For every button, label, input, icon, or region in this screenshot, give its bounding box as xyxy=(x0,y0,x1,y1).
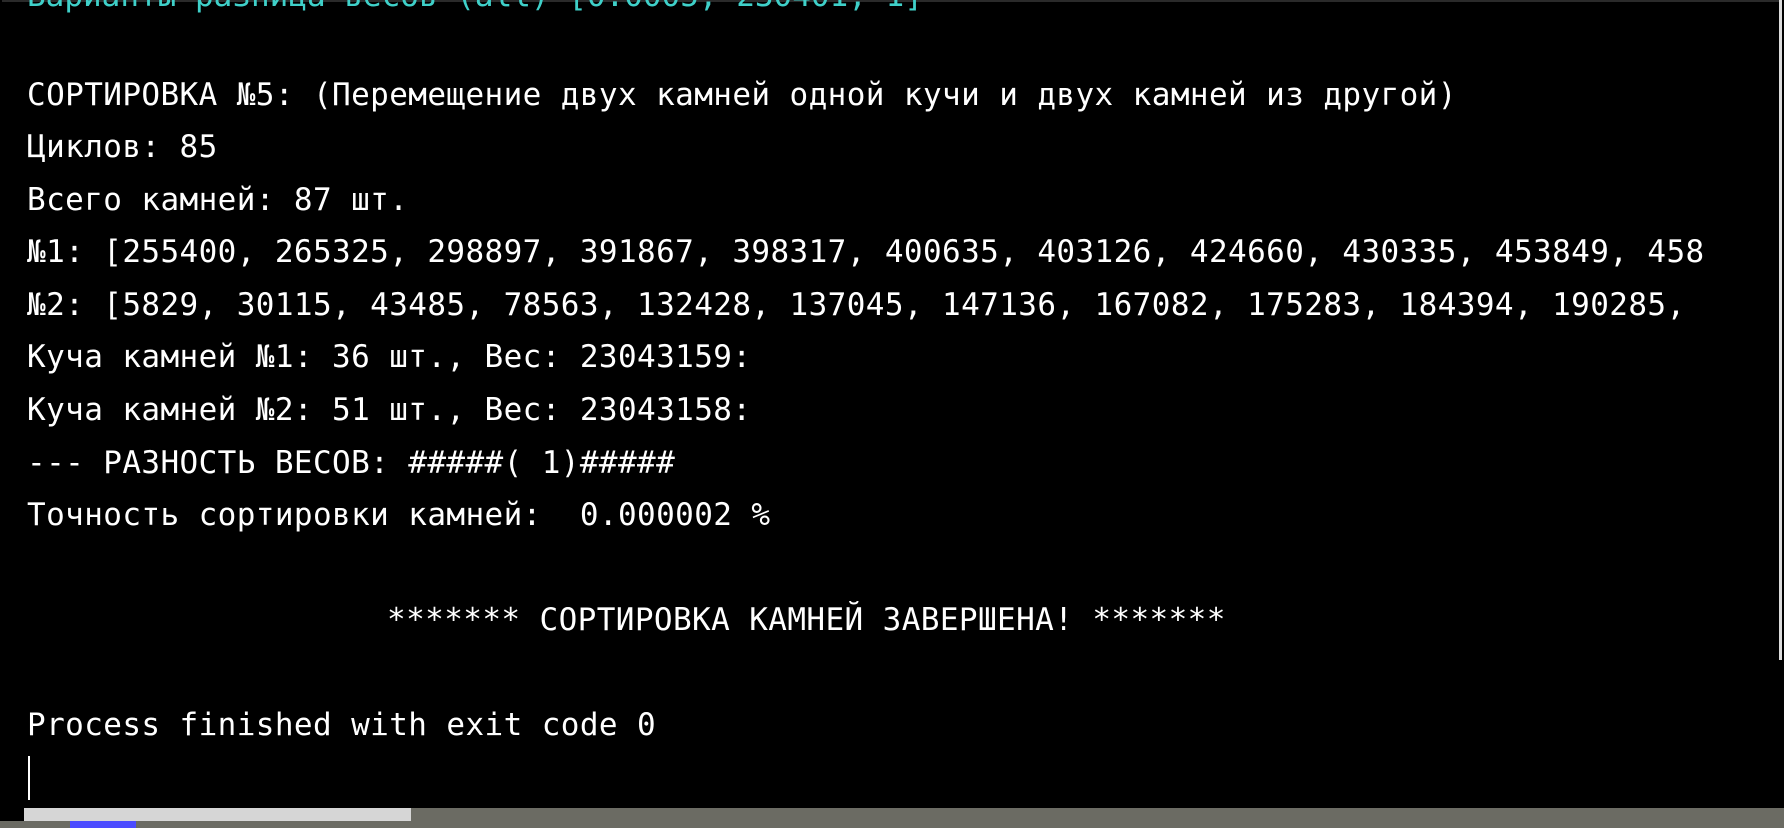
completion-banner: ******* СОРТИРОВКА КАМНЕЙ ЗАВЕРШЕНА! ***… xyxy=(387,602,1226,638)
horizontal-scrollbar-thumb[interactable] xyxy=(24,808,411,821)
bottom-status-strip xyxy=(0,821,1784,828)
sort-title-line: СОРТИРОВКА №5: (Перемещение двух камней … xyxy=(27,77,1457,113)
weight-difference-line: --- РАЗНОСТЬ ВЕСОВ: #####( 1)##### xyxy=(27,445,676,481)
cycles-line: Циклов: 85 xyxy=(27,129,218,165)
process-exit-line: Process finished with exit code 0 xyxy=(27,707,657,743)
vertical-scrollbar[interactable] xyxy=(1779,0,1782,660)
console-output[interactable]: Варианты разница весов (all) [0.0005, 23… xyxy=(2,0,1782,808)
total-stones-line: Всего камней: 87 шт. xyxy=(27,182,409,218)
pile-2-list-line: №2: [5829, 30115, 43485, 78563, 132428, … xyxy=(27,287,1686,323)
accuracy-line: Точность сортировки камней: 0.000002 % xyxy=(27,497,771,533)
text-cursor xyxy=(28,756,30,800)
horizontal-scrollbar[interactable] xyxy=(24,808,1784,821)
bottom-accent-indicator xyxy=(70,821,136,828)
pile-1-summary-line: Куча камней №1: 36 шт., Вес: 23043159: xyxy=(27,339,752,375)
cut-off-output-line: Варианты разница весов (all) [0.0005, 23… xyxy=(27,0,923,16)
pile-2-summary-line: Куча камней №2: 51 шт., Вес: 23043158: xyxy=(27,392,752,428)
pile-1-list-line: №1: [255400, 265325, 298897, 391867, 398… xyxy=(27,234,1705,270)
